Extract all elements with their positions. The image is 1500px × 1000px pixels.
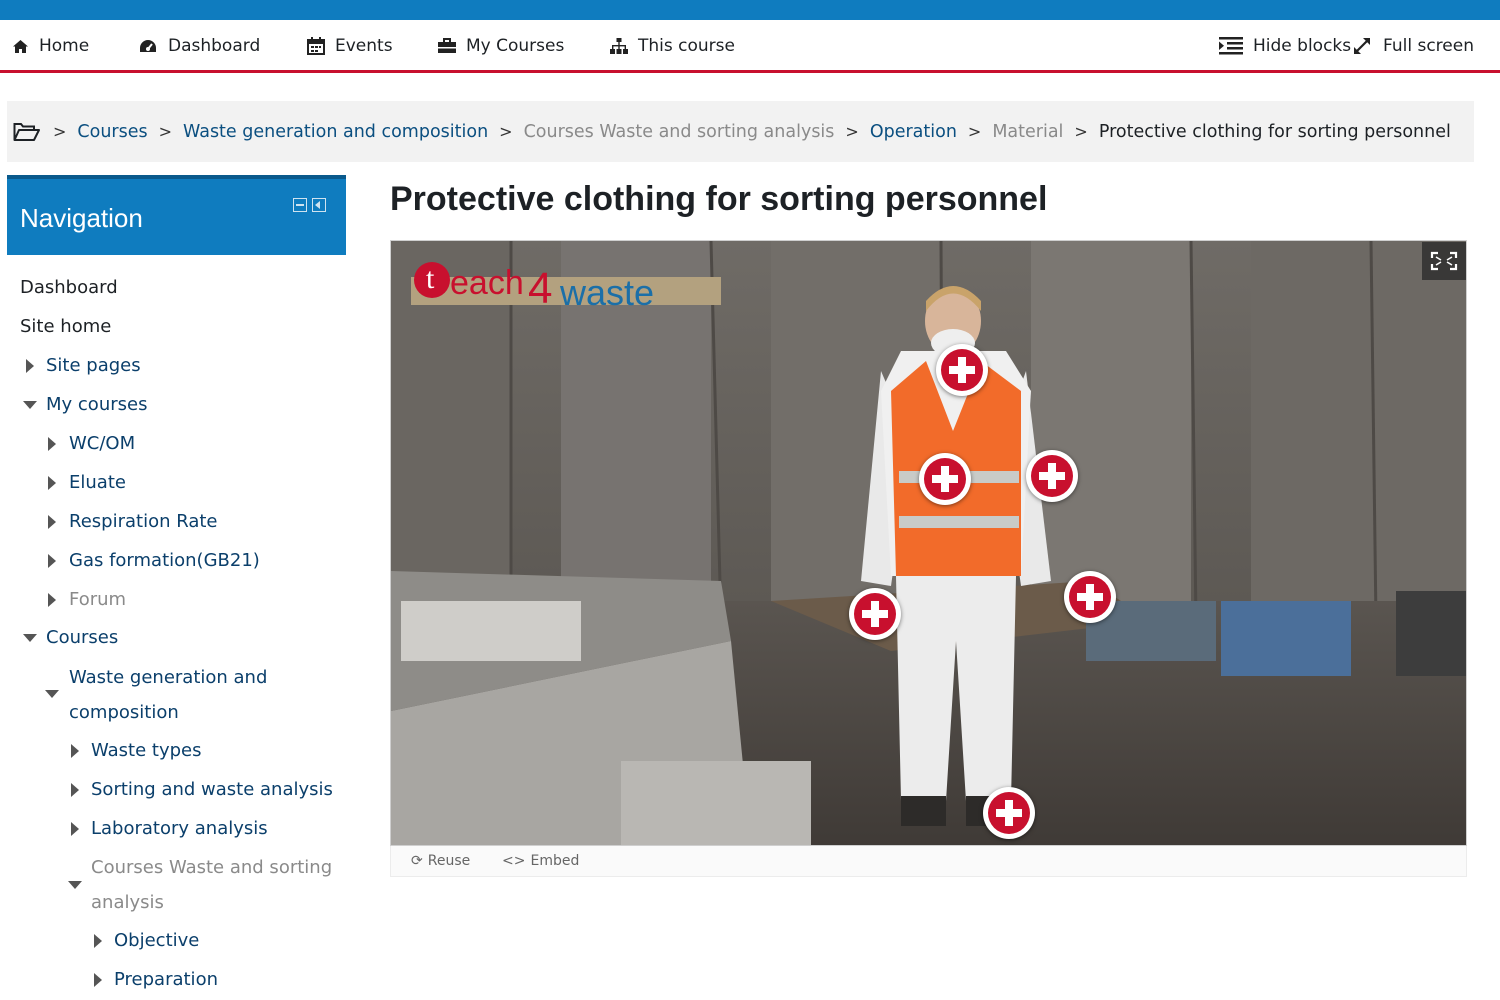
collapsed-caret-icon[interactable] xyxy=(48,515,56,529)
hotspot-glove-left[interactable] xyxy=(849,588,901,640)
breadcrumb-courses[interactable]: Courses xyxy=(77,122,147,142)
home-icon xyxy=(12,39,29,54)
nav-tree-respiration-rate[interactable]: Respiration Rate xyxy=(69,511,217,532)
h5p-actions-bar: ⟳ Reuse <> Embed xyxy=(390,846,1467,877)
collapsed-caret-icon[interactable] xyxy=(94,934,102,948)
breadcrumb: > Courses > Waste generation and composi… xyxy=(7,101,1474,162)
nav-events[interactable]: Events xyxy=(307,20,393,72)
breadcrumb-waste-sorting-analysis[interactable]: Courses Waste and sorting analysis xyxy=(524,122,835,142)
nav-tree-sorting-analysis[interactable]: Sorting and waste analysis xyxy=(91,779,333,800)
collapsed-caret-icon[interactable] xyxy=(48,593,56,607)
indent-icon xyxy=(1219,37,1243,55)
reuse-label: Reuse xyxy=(427,853,471,869)
nav-tree-site-pages[interactable]: Site pages xyxy=(46,355,141,376)
expanded-caret-icon[interactable] xyxy=(45,690,59,698)
collapsed-caret-icon[interactable] xyxy=(71,783,79,797)
breadcrumb-operation[interactable]: Operation xyxy=(870,122,957,142)
plus-icon xyxy=(924,458,966,500)
navigation-block-header: Navigation xyxy=(7,175,346,255)
hotspot-coverall[interactable] xyxy=(1026,450,1078,502)
dock-block-icon[interactable] xyxy=(312,198,326,212)
nav-home-label: Home xyxy=(39,36,90,56)
folder-open-icon[interactable] xyxy=(13,122,40,142)
plus-icon xyxy=(988,792,1030,834)
breadcrumb-material[interactable]: Material xyxy=(992,122,1063,142)
expanded-caret-icon[interactable] xyxy=(68,881,82,889)
breadcrumb-separator: > xyxy=(845,122,859,141)
nav-tree-courses-waste-sorting-line2[interactable]: analysis xyxy=(91,892,164,913)
nav-tree-gas-formation[interactable]: Gas formation(GB21) xyxy=(69,550,260,571)
collapse-block-icon[interactable] xyxy=(293,198,307,212)
plus-icon xyxy=(1031,455,1073,497)
nav-tree-wcom[interactable]: WC/OM xyxy=(69,433,135,454)
collapsed-caret-icon[interactable] xyxy=(48,437,56,451)
collapsed-caret-icon[interactable] xyxy=(71,822,79,836)
plus-icon xyxy=(941,349,983,391)
nav-tree-my-courses[interactable]: My courses xyxy=(46,394,147,415)
image-hotspots-scene xyxy=(390,240,1467,846)
top-navbar: Home Dashboard Events My Courses This co… xyxy=(0,20,1500,73)
plus-icon xyxy=(1069,576,1111,618)
breadcrumb-separator: > xyxy=(53,122,67,141)
full-screen-button[interactable]: Full screen xyxy=(1352,20,1474,72)
nav-tree-objective[interactable]: Objective xyxy=(114,930,199,951)
nav-my-courses[interactable]: My Courses xyxy=(438,20,564,72)
nav-tree-forum[interactable]: Forum xyxy=(69,589,126,610)
navigation-block-title: Navigation xyxy=(20,203,143,233)
hide-blocks-button[interactable]: Hide blocks xyxy=(1219,20,1351,72)
code-icon: <> xyxy=(502,853,526,869)
nav-this-course-label: This course xyxy=(638,36,735,56)
nav-tree-laboratory-analysis[interactable]: Laboratory analysis xyxy=(91,818,268,839)
top-accent-bar xyxy=(0,0,1500,20)
dashboard-icon xyxy=(138,38,158,54)
page-title: Protective clothing for sorting personne… xyxy=(390,180,1048,218)
expand-icon xyxy=(1352,36,1372,56)
breadcrumb-separator: > xyxy=(158,122,173,141)
embed-label: Embed xyxy=(530,853,580,869)
collapsed-caret-icon[interactable] xyxy=(48,476,56,490)
nav-tree-waste-generation[interactable]: Waste generation and xyxy=(69,667,267,688)
collapsed-caret-icon[interactable] xyxy=(71,744,79,758)
nav-my-courses-label: My Courses xyxy=(466,36,565,56)
nav-events-label: Events xyxy=(335,36,393,56)
hotspot-boots[interactable] xyxy=(983,787,1035,839)
nav-tree-site-home[interactable]: Site home xyxy=(20,316,111,337)
refresh-icon: ⟳ xyxy=(411,853,423,869)
embed-button[interactable]: <> Embed xyxy=(502,853,579,869)
breadcrumb-separator: > xyxy=(967,122,982,141)
scene-photo xyxy=(391,241,1466,845)
plus-icon xyxy=(854,593,896,635)
nav-tree-eluate[interactable]: Eluate xyxy=(69,472,126,493)
breadcrumb-waste-generation[interactable]: Waste generation and composition xyxy=(183,122,488,142)
breadcrumb-separator: > xyxy=(1074,122,1088,141)
nav-tree-waste-generation-line2[interactable]: composition xyxy=(69,702,179,723)
reuse-button[interactable]: ⟳ Reuse xyxy=(411,853,470,869)
nav-tree-dashboard[interactable]: Dashboard xyxy=(20,277,118,298)
nav-tree-courses[interactable]: Courses xyxy=(46,627,118,648)
full-screen-label: Full screen xyxy=(1383,36,1474,56)
nav-tree-courses-waste-sorting[interactable]: Courses Waste and sorting xyxy=(91,857,332,878)
nav-home[interactable]: Home xyxy=(12,20,89,72)
collapsed-caret-icon[interactable] xyxy=(26,359,34,373)
expanded-caret-icon[interactable] xyxy=(23,634,37,642)
hotspot-mask[interactable] xyxy=(936,344,988,396)
calendar-icon xyxy=(307,37,325,55)
sitemap-icon xyxy=(610,38,628,54)
hide-blocks-label: Hide blocks xyxy=(1253,36,1352,56)
hotspot-vest[interactable] xyxy=(919,453,971,505)
nav-this-course[interactable]: This course xyxy=(610,20,735,72)
breadcrumb-current-page: Protective clothing for sorting personne… xyxy=(1098,121,1451,142)
breadcrumb-separator: > xyxy=(499,122,513,141)
briefcase-icon xyxy=(438,38,456,54)
collapsed-caret-icon[interactable] xyxy=(94,973,102,987)
expanded-caret-icon[interactable] xyxy=(23,401,37,409)
nav-dashboard-label: Dashboard xyxy=(168,36,261,56)
nav-dashboard[interactable]: Dashboard xyxy=(138,20,260,72)
hotspot-glove-right[interactable] xyxy=(1064,571,1116,623)
nav-tree-waste-types[interactable]: Waste types xyxy=(91,740,202,761)
fullscreen-icon[interactable] xyxy=(1422,242,1466,280)
collapsed-caret-icon[interactable] xyxy=(48,554,56,568)
nav-tree-preparation[interactable]: Preparation xyxy=(114,969,218,990)
